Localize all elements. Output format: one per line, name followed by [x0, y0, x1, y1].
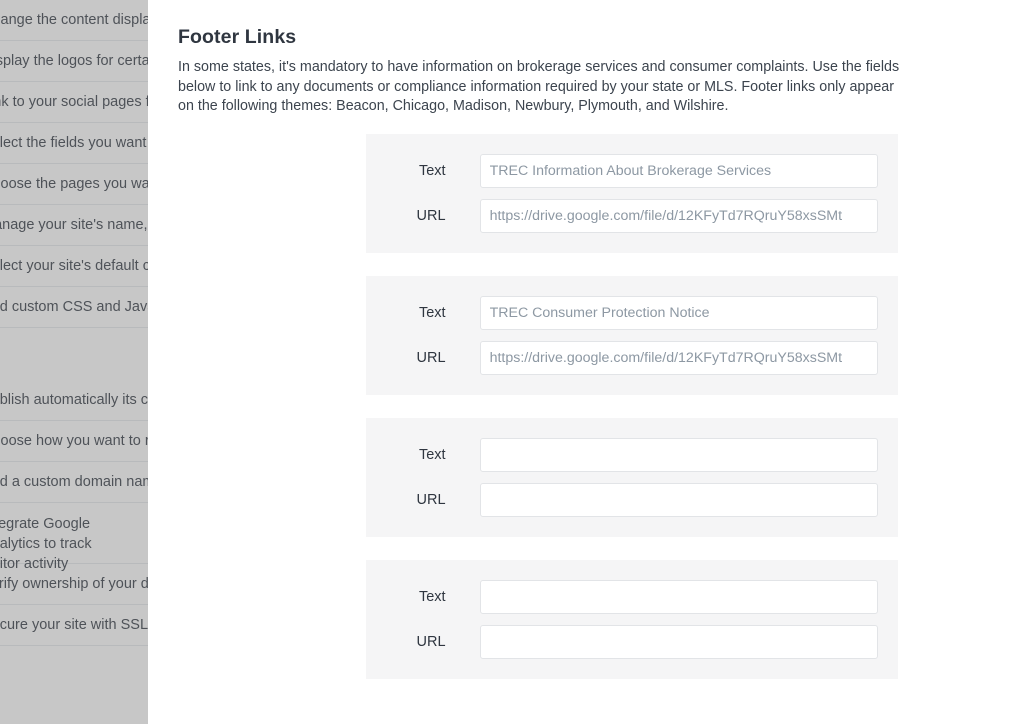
footer-link-card: Text URL	[366, 418, 898, 537]
modal-description: In some states, it's mandatory to have i…	[178, 59, 900, 115]
footer-link-text-label: Text	[418, 163, 446, 179]
modal-content: Footer Links In some states, it's mandat…	[178, 0, 938, 117]
footer-link-text-input[interactable]	[479, 580, 878, 614]
footer-link-url-input[interactable]	[479, 199, 878, 233]
footer-link-url-input[interactable]	[479, 625, 878, 659]
footer-link-field-row: Text	[366, 296, 878, 330]
footer-link-text-input[interactable]	[479, 438, 878, 472]
footer-link-field-row: URL	[366, 625, 878, 659]
footer-link-card: Text URL	[366, 134, 898, 253]
footer-link-field-row: URL	[366, 483, 878, 517]
background-list-item-label: Integrate Google Analytics to track visi…	[0, 516, 92, 572]
footer-link-url-label: URL	[416, 350, 446, 366]
footer-link-url-label: URL	[416, 492, 446, 508]
footer-links-card-list: Text URL Text URL Text URL Text URL	[366, 134, 898, 702]
footer-link-url-input[interactable]	[479, 341, 878, 375]
footer-link-text-label: Text	[418, 447, 446, 463]
footer-link-text-label: Text	[418, 589, 446, 605]
footer-link-text-label: Text	[418, 305, 446, 321]
footer-link-card: Text URL	[366, 276, 898, 395]
footer-link-field-row: Text	[366, 438, 878, 472]
footer-link-text-input[interactable]	[479, 296, 878, 330]
footer-links-modal-panel: Footer Links In some states, it's mandat…	[148, 0, 1021, 724]
footer-link-field-row: URL	[366, 199, 878, 233]
footer-link-text-input[interactable]	[479, 154, 878, 188]
footer-link-field-row: URL	[366, 341, 878, 375]
footer-link-url-label: URL	[416, 634, 446, 650]
footer-link-card: Text URL	[366, 560, 898, 679]
footer-link-field-row: Text	[366, 580, 878, 614]
page-title: Footer Links	[178, 26, 297, 48]
footer-link-url-label: URL	[416, 208, 446, 224]
footer-link-url-input[interactable]	[479, 483, 878, 517]
footer-link-field-row: Text	[366, 154, 878, 188]
